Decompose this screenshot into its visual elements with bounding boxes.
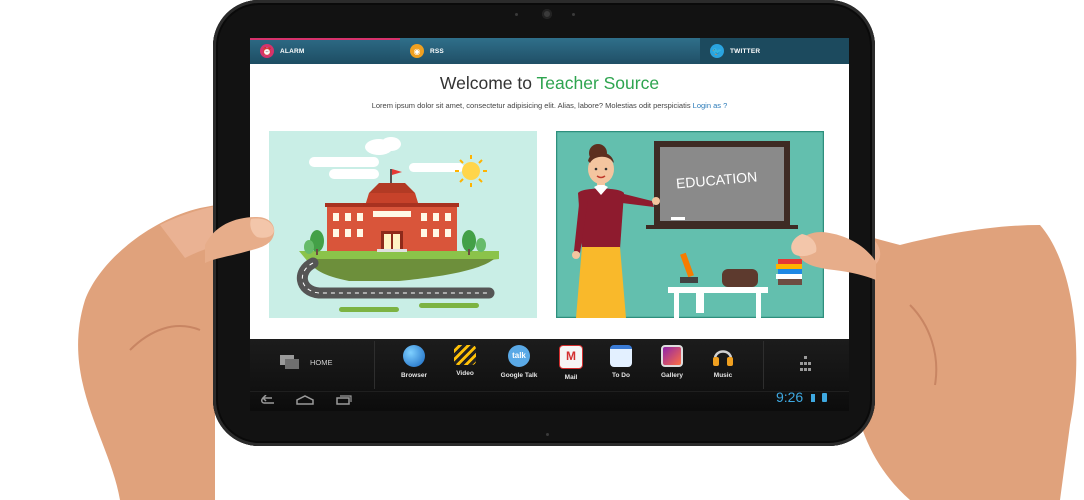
- teacher-illustration[interactable]: EDUCATION: [556, 131, 824, 318]
- app-video-label: Video: [456, 370, 474, 377]
- headphones-icon: [713, 350, 733, 366]
- tab-alarm[interactable]: ⏰ ALARM: [250, 38, 400, 64]
- camera: [542, 9, 552, 19]
- mail-icon: M: [559, 345, 583, 369]
- home-button[interactable]: HOME: [280, 355, 333, 369]
- app-todo[interactable]: To Do: [601, 345, 641, 379]
- app-mail[interactable]: M Mail: [551, 345, 591, 381]
- page-title: Welcome to Teacher Source: [250, 73, 849, 94]
- tab-twitter-label: TWITTER: [730, 47, 761, 55]
- school-illustration[interactable]: [269, 131, 537, 318]
- app-browser-label: Browser: [400, 372, 427, 379]
- left-thumb: [205, 217, 275, 263]
- subtitle-text: Lorem ipsum dolor sit amet, consectetur …: [371, 101, 693, 110]
- app-mail-label: Mail: [564, 374, 578, 381]
- gallery-icon: [661, 345, 683, 367]
- login-link[interactable]: Login as ?: [693, 101, 728, 110]
- app-google-talk-label: Google Talk: [500, 372, 538, 379]
- back-icon[interactable]: [260, 395, 276, 405]
- title-accent: Teacher Source: [536, 73, 660, 93]
- app-music[interactable]: Music: [703, 345, 743, 379]
- alarm-icon: ⏰: [260, 44, 274, 58]
- globe-icon: [403, 345, 425, 367]
- home-screens-icon: [280, 355, 299, 369]
- status-clock: 9:26: [776, 389, 827, 405]
- sensor-left: [515, 13, 518, 16]
- app-todo-label: To Do: [612, 372, 630, 379]
- tablet-screen: ⏰ ALARM ◉ RSS 🐦 TWITTER Welcome to Teach…: [250, 38, 849, 411]
- sensor-right: [572, 13, 575, 16]
- notification-tab-bar: ⏰ ALARM ◉ RSS 🐦 TWITTER: [250, 38, 849, 64]
- tab-rss-label: RSS: [430, 47, 444, 55]
- tab-rss[interactable]: ◉ RSS: [400, 38, 700, 64]
- home-label: HOME: [310, 357, 333, 367]
- android-taskbar: HOME Browser Video talk Google Talk M Ma…: [250, 339, 849, 411]
- right-thumb: [791, 232, 876, 280]
- clapperboard-icon: [454, 345, 476, 365]
- calendar-icon: [610, 345, 632, 367]
- app-video[interactable]: Video: [445, 345, 485, 377]
- home-icon[interactable]: [296, 395, 314, 405]
- recent-apps-icon[interactable]: [336, 395, 352, 405]
- signal-icon: [811, 394, 816, 402]
- page-subtitle: Lorem ipsum dolor sit amet, consectetur …: [250, 101, 849, 110]
- tab-twitter[interactable]: 🐦 TWITTER: [700, 38, 849, 64]
- tab-alarm-label: ALARM: [280, 47, 305, 55]
- clock-time: 9:26: [775, 389, 804, 405]
- app-google-talk[interactable]: talk Google Talk: [499, 345, 539, 379]
- app-drawer-button[interactable]: [798, 356, 814, 377]
- grid-icon: [800, 356, 811, 371]
- twitter-icon: 🐦: [710, 44, 724, 58]
- app-gallery[interactable]: Gallery: [652, 345, 692, 379]
- title-prefix: Welcome to: [439, 73, 537, 93]
- app-music-label: Music: [713, 372, 733, 379]
- rss-icon: ◉: [410, 44, 424, 58]
- talk-icon: talk: [508, 345, 530, 367]
- app-gallery-label: Gallery: [660, 372, 684, 379]
- battery-icon: [822, 393, 827, 402]
- bottom-sensor: [546, 433, 549, 436]
- app-browser[interactable]: Browser: [394, 345, 434, 379]
